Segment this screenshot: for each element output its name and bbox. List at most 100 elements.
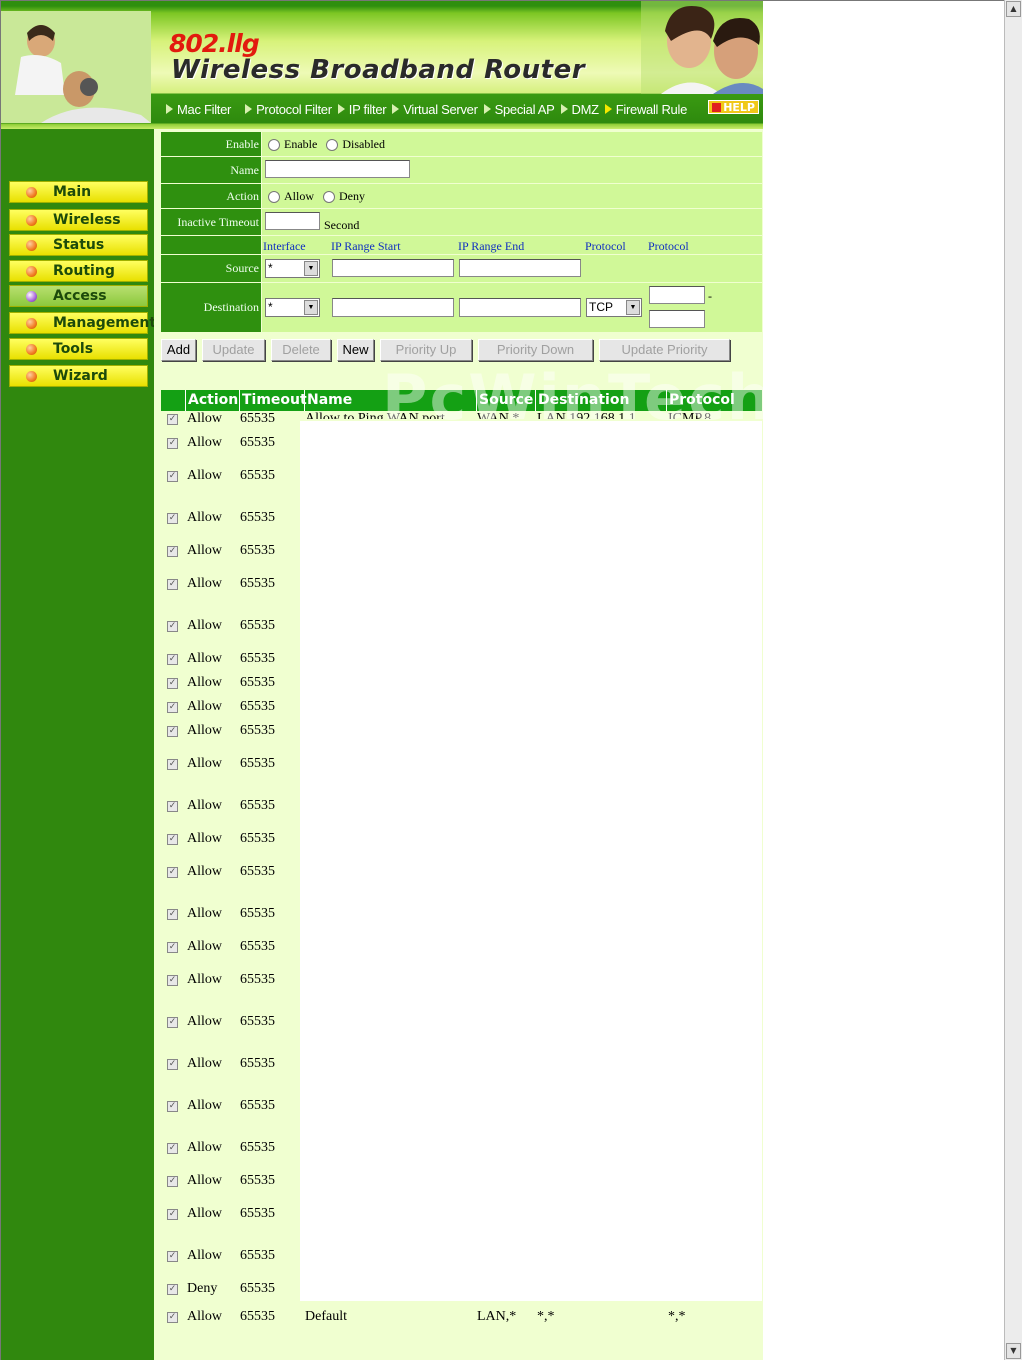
col-protocol: Protocol	[666, 390, 762, 411]
nav-firewall-rule[interactable]: Firewall Rule	[604, 102, 687, 117]
enable-radio[interactable]	[268, 139, 280, 152]
browser-page: 802.llg Wireless Broadband Router Mac Fi…	[0, 0, 1004, 1360]
sidebar-item-access[interactable]: Access	[9, 285, 148, 307]
destination-row: Destination * ▼ TCP ▼ -	[161, 283, 762, 332]
rule-action: Allow	[187, 798, 222, 813]
rule-checkbox[interactable]: ✓	[167, 1209, 178, 1220]
rule-detail-overlay	[300, 421, 762, 1301]
protocol-select[interactable]: TCP ▼	[586, 298, 642, 317]
rule-checkbox[interactable]: ✓	[167, 1312, 178, 1323]
add-button[interactable]: Add	[161, 339, 196, 361]
rule-timeout: 65535	[240, 723, 275, 738]
bullet-icon	[26, 187, 37, 198]
new-button[interactable]: New	[337, 339, 374, 361]
priority-down-button[interactable]: Priority Down	[478, 339, 593, 361]
rule-timeout: 65535	[240, 651, 275, 666]
rule-timeout: 65535	[240, 756, 275, 771]
source-ip-start-field[interactable]	[332, 259, 454, 277]
rule-checkbox[interactable]: ✓	[167, 678, 178, 689]
allow-option-label: Allow	[284, 189, 314, 203]
rule-checkbox[interactable]: ✓	[167, 942, 178, 953]
disabled-radio[interactable]	[326, 139, 339, 152]
help-button[interactable]: HELP	[708, 100, 759, 114]
rule-checkbox[interactable]: ✓	[167, 834, 178, 845]
rule-checkbox[interactable]: ✓	[167, 579, 178, 590]
rule-checkbox[interactable]: ✓	[167, 1101, 178, 1112]
rule-checkbox[interactable]: ✓	[167, 1143, 178, 1154]
disabled-option-label: Disabled	[342, 137, 385, 151]
rule-checkbox[interactable]: ✓	[167, 1017, 178, 1028]
arrow-icon	[166, 104, 173, 114]
rule-checkbox[interactable]: ✓	[167, 621, 178, 632]
source-ip-end-field[interactable]	[459, 259, 581, 277]
rule-checkbox[interactable]: ✓	[167, 909, 178, 920]
couple-photo	[641, 1, 763, 94]
nav-ip-filter[interactable]: IP filter	[337, 101, 387, 117]
rule-checkbox[interactable]: ✓	[167, 1284, 178, 1295]
name-label: Name	[161, 157, 261, 183]
sidebar-item-routing[interactable]: Routing	[9, 260, 148, 282]
timeout-field[interactable]	[265, 212, 320, 230]
name-field[interactable]	[265, 160, 410, 178]
sidebar-item-status[interactable]: Status	[9, 234, 148, 256]
rule-checkbox[interactable]: ✓	[167, 414, 178, 425]
update-priority-button[interactable]: Update Priority	[599, 339, 730, 361]
sidebar-item-management[interactable]: Management	[9, 312, 156, 334]
router-header-banner: 802.llg Wireless Broadband Router Mac Fi…	[1, 1, 763, 129]
scroll-up-icon[interactable]: ▲	[1006, 1, 1021, 17]
col-destination: Destination	[535, 390, 666, 411]
destination-ip-end-field[interactable]	[459, 298, 581, 317]
rule-checkbox[interactable]: ✓	[167, 1176, 178, 1187]
rule-timeout: 65535	[240, 972, 275, 987]
rule-checkbox[interactable]: ✓	[167, 654, 178, 665]
rule-checkbox[interactable]: ✓	[167, 759, 178, 770]
nav-protocol-filter[interactable]: Protocol Filter	[245, 102, 332, 117]
destination-label: Destination	[161, 283, 261, 332]
rule-checkbox[interactable]: ✓	[167, 867, 178, 878]
nav-dmz[interactable]: DMZ	[560, 102, 599, 117]
destination-ip-start-field[interactable]	[332, 298, 454, 317]
rule-checkbox[interactable]: ✓	[167, 1251, 178, 1262]
scroll-down-icon[interactable]: ▼	[1006, 1343, 1021, 1359]
sidebar-item-tools[interactable]: Tools	[9, 338, 148, 360]
destination-interface-select[interactable]: * ▼	[265, 298, 320, 317]
rule-timeout: 65535	[240, 864, 275, 879]
source-interface-select[interactable]: * ▼	[265, 259, 320, 278]
delete-button[interactable]: Delete	[271, 339, 331, 361]
nav-special-ap[interactable]: Special AP	[483, 102, 555, 117]
rule-checkbox[interactable]: ✓	[167, 1059, 178, 1070]
nav-mac-filter[interactable]: Mac Filter	[166, 102, 231, 117]
sidebar-item-wizard[interactable]: Wizard	[9, 365, 148, 387]
ip-range-start-heading: IP Range Start	[331, 239, 401, 253]
rule-action: Allow	[187, 972, 222, 987]
rule-checkbox[interactable]: ✓	[167, 546, 178, 557]
deny-radio[interactable]	[323, 191, 335, 204]
sidebar-item-wireless[interactable]: Wireless	[9, 209, 148, 231]
rule-checkbox[interactable]: ✓	[167, 702, 178, 713]
port-end-field[interactable]	[649, 310, 705, 328]
chevron-down-icon: ▼	[304, 261, 318, 276]
enable-row: Enable Enable Disabled	[161, 132, 762, 156]
rule-action: Allow	[187, 1206, 222, 1221]
rule-checkbox[interactable]: ✓	[167, 471, 178, 482]
nav-label: IP filter	[348, 101, 387, 117]
port-start-field[interactable]	[649, 286, 705, 304]
priority-up-button[interactable]: Priority Up	[380, 339, 472, 361]
vertical-scrollbar[interactable]: ▲ ▼	[1004, 0, 1022, 1360]
rule-name: Allow to Ping WAN port	[305, 411, 445, 419]
sidebar-item-main[interactable]: Main	[9, 181, 148, 203]
rule-name: Default	[305, 1309, 347, 1324]
rule-checkbox[interactable]: ✓	[167, 513, 178, 524]
rule-checkbox[interactable]: ✓	[167, 726, 178, 737]
chevron-down-icon: ▼	[626, 300, 640, 315]
allow-radio[interactable]	[268, 191, 280, 204]
rule-checkbox[interactable]: ✓	[167, 975, 178, 986]
arrow-icon	[392, 104, 400, 114]
rule-checkbox[interactable]: ✓	[167, 438, 178, 449]
nav-virtual-server[interactable]: Virtual Server	[392, 102, 478, 117]
update-button[interactable]: Update	[202, 339, 265, 361]
rule-timeout: 65535	[240, 906, 275, 921]
bullet-icon	[26, 344, 37, 355]
rule-checkbox[interactable]: ✓	[167, 801, 178, 812]
rule-action: Allow	[187, 435, 222, 450]
